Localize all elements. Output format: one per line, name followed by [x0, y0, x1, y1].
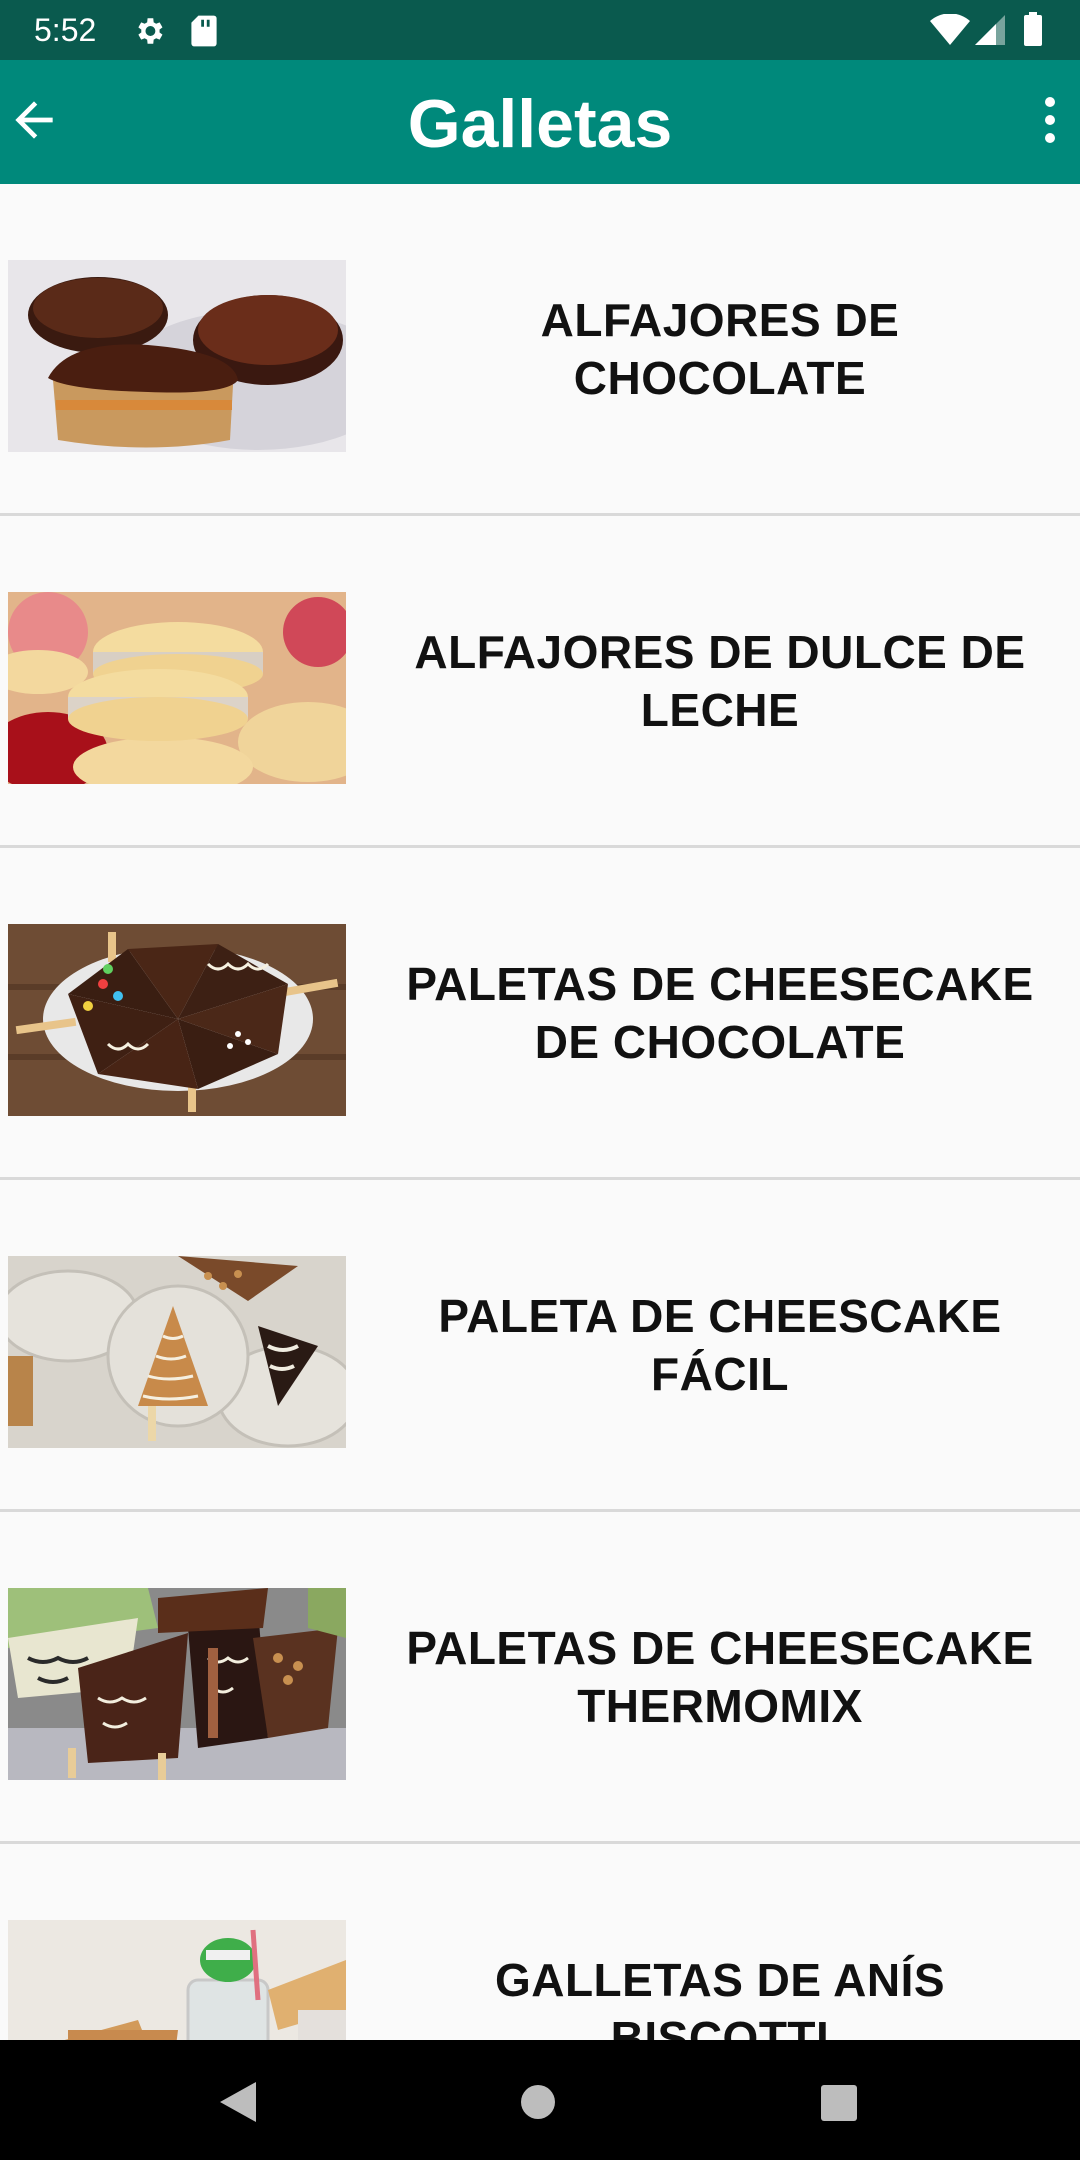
- recipe-title: PALETAS DE CHEESECAKE DE CHOCOLATE: [406, 957, 1034, 1068]
- recipe-title: ALFAJORES DE CHOCOLATE: [540, 293, 900, 404]
- recipe-title: ALFAJORES DE DULCE DE LECHE: [414, 625, 1026, 736]
- list-item[interactable]: ALFAJORES DE DULCE DE LECHE: [0, 516, 1080, 848]
- system-nav-bar: [0, 2040, 1080, 2160]
- wifi-icon: [930, 14, 970, 45]
- list-item[interactable]: PALETAS DE CHEESECAKE DE CHOCOLATE: [0, 848, 1080, 1180]
- recipe-list[interactable]: ALFAJORES DE CHOCOLATE ALFAJORES DE DULC…: [0, 184, 1080, 2040]
- list-item[interactable]: PALETAS DE CHEESECAKE THERMOMIX: [0, 1512, 1080, 1844]
- status-time: 5:52: [34, 12, 97, 48]
- recipe-thumbnail: [8, 924, 346, 1116]
- recipe-title: PALETA DE CHEESCAKE FÁCIL: [438, 1289, 1002, 1400]
- app-bar: Galletas: [0, 60, 1080, 184]
- nav-back-icon[interactable]: [218, 2080, 258, 2124]
- recipe-title: PALETAS DE CHEESECAKE THERMOMIX: [406, 1621, 1034, 1732]
- recipe-title: GALLETAS DE ANÍS BISCOTTI: [494, 1953, 946, 2041]
- status-bar: 5:52: [0, 0, 1080, 60]
- nav-home-icon[interactable]: [520, 2084, 556, 2120]
- more-options-icon[interactable]: [1030, 90, 1070, 150]
- cell-signal-icon: [975, 15, 1005, 45]
- recipe-thumbnail: [8, 592, 346, 784]
- list-item[interactable]: ALFAJORES DE CHOCOLATE: [0, 184, 1080, 516]
- settings-icon: [138, 18, 163, 44]
- list-item[interactable]: GALLETAS DE ANÍS BISCOTTI: [0, 1844, 1080, 2040]
- recipe-thumbnail: [8, 1920, 346, 2040]
- list-item[interactable]: PALETA DE CHEESCAKE FÁCIL: [0, 1180, 1080, 1512]
- recipe-thumbnail: [8, 260, 346, 452]
- nav-recents-icon[interactable]: [820, 2084, 858, 2122]
- page-title: Galletas: [407, 86, 673, 162]
- recipe-thumbnail: [8, 1256, 346, 1448]
- battery-icon: [1024, 12, 1042, 46]
- sd-card-icon: [191, 15, 217, 47]
- recipe-thumbnail: [8, 1588, 346, 1780]
